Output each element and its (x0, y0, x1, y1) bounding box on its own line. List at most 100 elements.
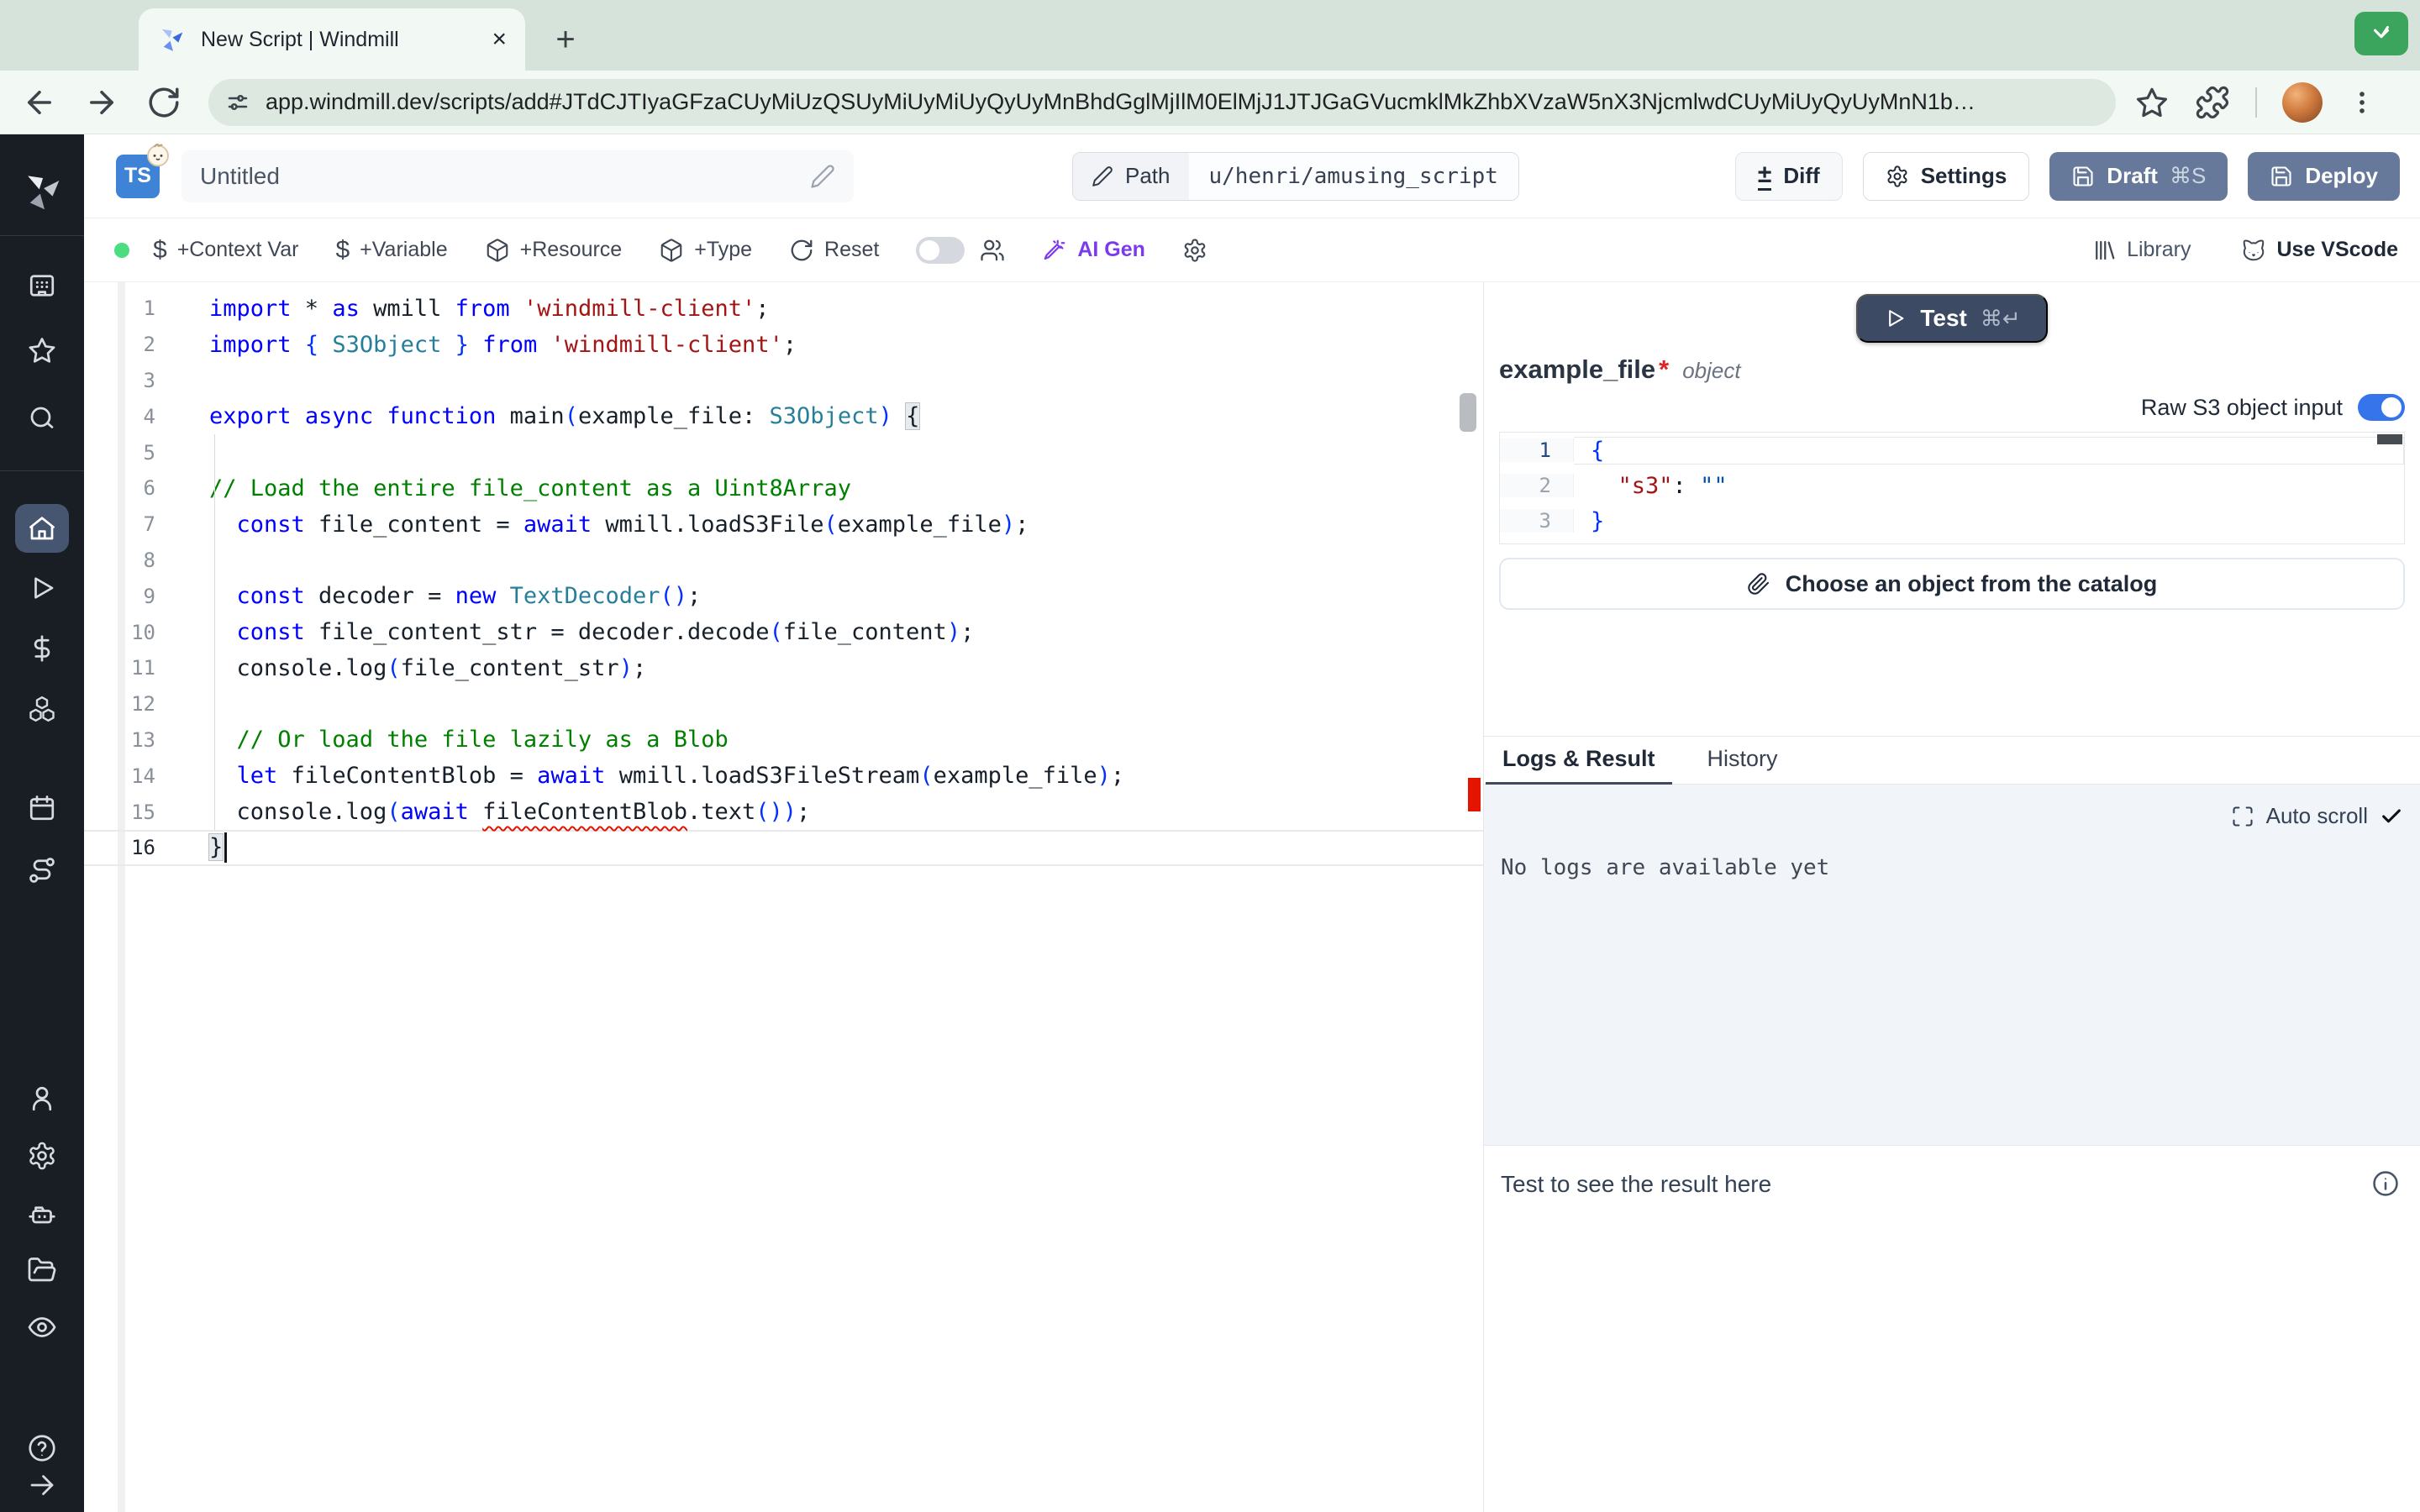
sidebar-item-runs[interactable] (27, 573, 57, 603)
sidebar-item-resources[interactable] (27, 694, 57, 724)
editor-toolbar: $ +Context Var $ +Variable +Resource +Ty… (84, 218, 2420, 282)
back-icon[interactable] (22, 85, 57, 120)
raw-s3-label: Raw S3 object input (2141, 395, 2343, 421)
code-line[interactable]: 14 let fileContentBlob = await wmill.loa… (84, 758, 1483, 794)
address-bar[interactable]: app.windmill.dev/scripts/add#JTdCJTIyaGF… (208, 79, 2116, 126)
code-line[interactable]: 2import { S3Object } from 'windmill-clie… (84, 327, 1483, 363)
tab-history[interactable]: History (1704, 746, 1781, 784)
choose-object-button[interactable]: Choose an object from the catalog (1499, 558, 2405, 610)
reload-icon[interactable] (146, 85, 182, 120)
package-icon (485, 238, 510, 263)
path-label: Path (1125, 163, 1171, 189)
bookmark-star-icon[interactable] (2134, 85, 2170, 120)
line-number: 16 (84, 836, 155, 859)
code-line[interactable]: 2 "s3": "" (1500, 468, 2404, 503)
forward-icon[interactable] (84, 85, 119, 120)
code-line[interactable]: 1import * as wmill from 'windmill-client… (84, 291, 1483, 327)
deploy-label: Deploy (2305, 163, 2378, 189)
auto-scroll-control[interactable]: Auto scroll (2231, 803, 2403, 829)
add-variable-button[interactable]: $ +Variable (335, 236, 447, 265)
browser-tab[interactable]: New Script | Windmill × (139, 8, 525, 71)
code-line[interactable]: 15 console.log(await fileContentBlob.tex… (84, 794, 1483, 830)
expand-icon[interactable] (2231, 805, 2254, 828)
line-number: 2 (1500, 474, 1574, 497)
browser-profile-button[interactable] (2354, 12, 2408, 55)
json-editor-scrollbar[interactable] (2377, 434, 2402, 444)
sidebar-item-audit-logs[interactable] (27, 1312, 57, 1342)
draft-button[interactable]: Draft ⌘S (2049, 152, 2228, 201)
editor-scrollbar[interactable] (1460, 393, 1476, 432)
sidebar-item-settings[interactable] (27, 1141, 57, 1171)
close-icon[interactable]: × (492, 27, 507, 52)
code-line[interactable]: 13 // Or load the file lazily as a Blob (84, 722, 1483, 759)
script-title: Untitled (200, 163, 810, 190)
ai-gen-button[interactable]: AI Gen (1042, 238, 1145, 263)
avatar[interactable] (2282, 82, 2323, 123)
settings-button[interactable]: Settings (1863, 152, 2030, 201)
code-line[interactable]: 10 const file_content_str = decoder.deco… (84, 614, 1483, 650)
check-icon (2380, 805, 2403, 828)
chevron-down-icon (2369, 21, 2394, 46)
sidebar-item-flows[interactable] (27, 855, 57, 885)
code-line[interactable]: 11 console.log(file_content_str); (84, 650, 1483, 686)
script-summary-input[interactable]: Untitled (182, 150, 854, 202)
code-line[interactable]: 9 const decoder = new TextDecoder(); (84, 578, 1483, 614)
multiplayer-toggle[interactable] (916, 237, 965, 264)
expand-sidebar-icon[interactable] (27, 1470, 57, 1500)
library-button[interactable]: Library (2091, 238, 2191, 263)
sidebar-item-variables[interactable] (27, 633, 57, 664)
code-line[interactable]: 3 (84, 363, 1483, 399)
preview-panel: Test ⌘↵ example_file * object Raw S3 obj… (1483, 282, 2420, 1512)
deploy-button[interactable]: Deploy (2248, 152, 2400, 201)
add-resource-button[interactable]: +Resource (485, 238, 623, 263)
sidebar-item-folders[interactable] (27, 1255, 57, 1285)
line-number: 8 (84, 549, 155, 572)
tab-logs-result[interactable]: Logs & Result (1499, 746, 1659, 784)
code-line[interactable]: 4export async function main(example_file… (84, 398, 1483, 434)
reset-button[interactable]: Reset (789, 238, 879, 263)
gear-icon (1886, 165, 1909, 188)
code-line[interactable]: 12 (84, 686, 1483, 722)
code-lines[interactable]: 1import * as wmill from 'windmill-client… (84, 291, 1483, 866)
new-tab-button[interactable]: + (544, 18, 587, 60)
diff-button[interactable]: ± Diff (1735, 152, 1843, 201)
argument-name: example_file (1499, 354, 1655, 385)
code-line[interactable]: 5 (84, 434, 1483, 470)
windmill-logo-icon[interactable] (20, 170, 64, 213)
code-editor[interactable]: 1import * as wmill from 'windmill-client… (84, 282, 1483, 1512)
raw-s3-toggle[interactable] (2358, 394, 2405, 421)
code-line[interactable]: 8 (84, 543, 1483, 579)
add-context-var-button[interactable]: $ +Context Var (153, 236, 298, 265)
browser-menu-icon[interactable] (2348, 85, 2376, 120)
sidebar-item-user[interactable] (27, 1084, 57, 1114)
code-line[interactable]: 3} (1500, 503, 2404, 538)
use-vscode-button[interactable]: Use VScode (2241, 238, 2398, 263)
sidebar-item-favorites[interactable] (27, 335, 57, 365)
sidebar-item-schedules[interactable] (27, 793, 57, 823)
extensions-puzzle-icon[interactable] (2195, 85, 2230, 120)
code-line[interactable]: 1{ (1500, 433, 2404, 468)
site-settings-icon[interactable] (218, 83, 257, 122)
editor-settings-button[interactable] (1182, 238, 1207, 263)
test-button[interactable]: Test ⌘↵ (1856, 294, 2047, 343)
text-cursor (224, 832, 227, 863)
path-field[interactable]: Path u/henri/amusing_script (1072, 152, 1519, 201)
code-line[interactable]: 6// Load the entire file_content as a Ui… (84, 470, 1483, 507)
sidebar-item-search[interactable] (27, 403, 57, 433)
sidebar-item-home[interactable] (15, 504, 69, 553)
reset-label: Reset (824, 238, 879, 262)
divider (2255, 87, 2257, 118)
sidebar-item-workspace[interactable] (27, 270, 57, 301)
diff-icon: ± (1758, 162, 1771, 191)
add-type-button[interactable]: +Type (659, 238, 752, 263)
test-shortcut: ⌘↵ (1981, 306, 2021, 332)
json-input-editor[interactable]: 1{2 "s3": ""3} (1499, 432, 2405, 544)
line-number: 5 (84, 441, 155, 465)
code-line[interactable]: 16} (84, 830, 1483, 866)
line-number: 4 (84, 405, 155, 428)
help-icon[interactable] (27, 1433, 57, 1463)
json-lines[interactable]: 1{2 "s3": ""3} (1500, 433, 2404, 538)
info-icon[interactable] (2371, 1169, 2400, 1198)
code-line[interactable]: 7 const file_content = await wmill.loadS… (84, 507, 1483, 543)
sidebar-item-workers[interactable] (27, 1200, 57, 1230)
